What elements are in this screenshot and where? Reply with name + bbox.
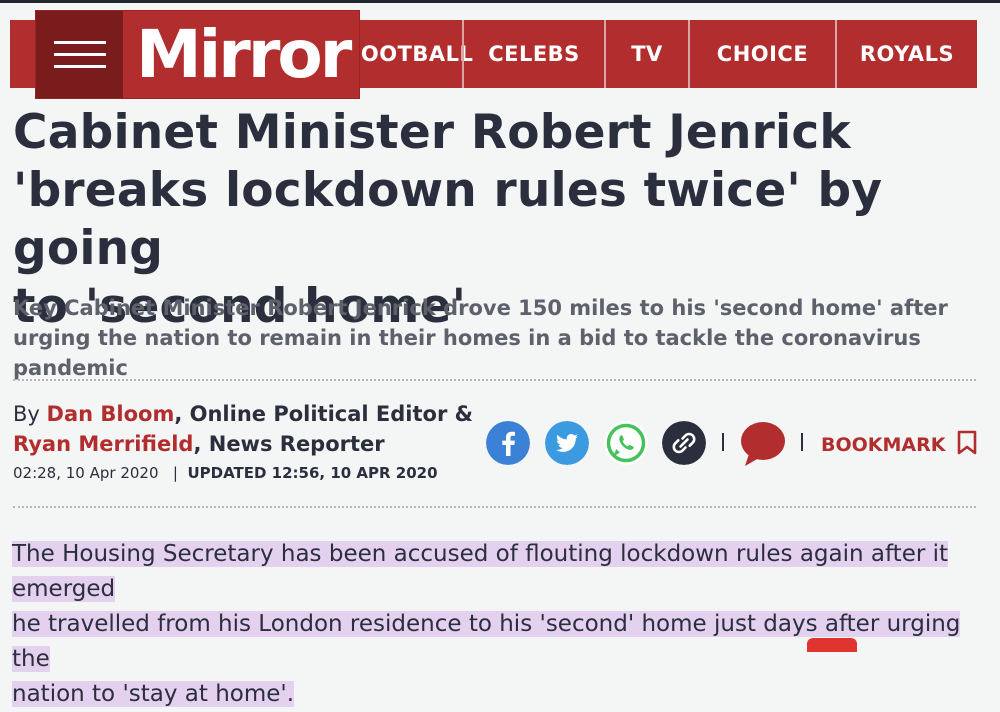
- share-divider: [801, 433, 803, 451]
- logo-block: Mirror: [36, 11, 359, 98]
- nav-item-celebs[interactable]: CELEBS: [464, 20, 604, 88]
- nav-item-royals[interactable]: ROYALS: [837, 20, 977, 88]
- article-body-paragraph: The Housing Secretary has been accused o…: [12, 537, 982, 712]
- byline: By Dan Bloom, Online Political Editor & …: [13, 399, 473, 459]
- whatsapp-icon[interactable]: [604, 421, 648, 465]
- hamburger-menu-button[interactable]: [36, 11, 123, 98]
- headline-line: 'breaks lockdown rules twice' by going: [13, 163, 883, 276]
- published-time: 02:28, 10 Apr 2020: [13, 464, 159, 482]
- divider-dotted: [13, 506, 976, 508]
- updated-time: UPDATED 12:56, 10 APR 2020: [187, 464, 438, 482]
- article-standfirst: Key Cabinet Minister Robert Jenrick drov…: [13, 296, 948, 380]
- highlighted-text: nation to 'stay at home'.: [12, 681, 295, 707]
- headline-line: Cabinet Minister Robert Jenrick: [13, 105, 851, 160]
- highlighted-text: The Housing Secretary has been accused o…: [12, 541, 949, 602]
- share-divider: [722, 433, 724, 451]
- bookmark-icon: [957, 430, 977, 455]
- menu-icon: [54, 65, 106, 68]
- divider-dotted: [13, 379, 976, 381]
- menu-icon: [54, 41, 106, 44]
- bookmark-button[interactable]: BOOKMARK: [821, 430, 978, 456]
- nav-item-tv[interactable]: TV: [606, 20, 688, 88]
- bookmark-label: BOOKMARK: [821, 434, 946, 456]
- facebook-icon[interactable]: [486, 421, 530, 465]
- menu-icon: [54, 53, 106, 56]
- byline-prefix: By: [13, 402, 47, 426]
- twitter-icon[interactable]: [545, 421, 589, 465]
- floating-action-button[interactable]: [807, 638, 857, 652]
- nav-item-choice[interactable]: CHOICE: [690, 20, 835, 88]
- author-role: , News Reporter: [193, 432, 385, 456]
- top-border: [0, 0, 1000, 3]
- author-role: , Online Political Editor &: [174, 402, 473, 426]
- date-separator: |: [163, 464, 188, 482]
- dateline: 02:28, 10 Apr 2020 | UPDATED 12:56, 10 A…: [13, 463, 438, 483]
- link-icon[interactable]: [662, 421, 706, 465]
- author-link-dan-bloom[interactable]: Dan Bloom: [47, 402, 175, 426]
- mirror-logo[interactable]: Mirror: [136, 11, 352, 98]
- comment-icon[interactable]: [739, 420, 787, 468]
- author-link-ryan-merrifield[interactable]: Ryan Merrifield: [13, 432, 193, 456]
